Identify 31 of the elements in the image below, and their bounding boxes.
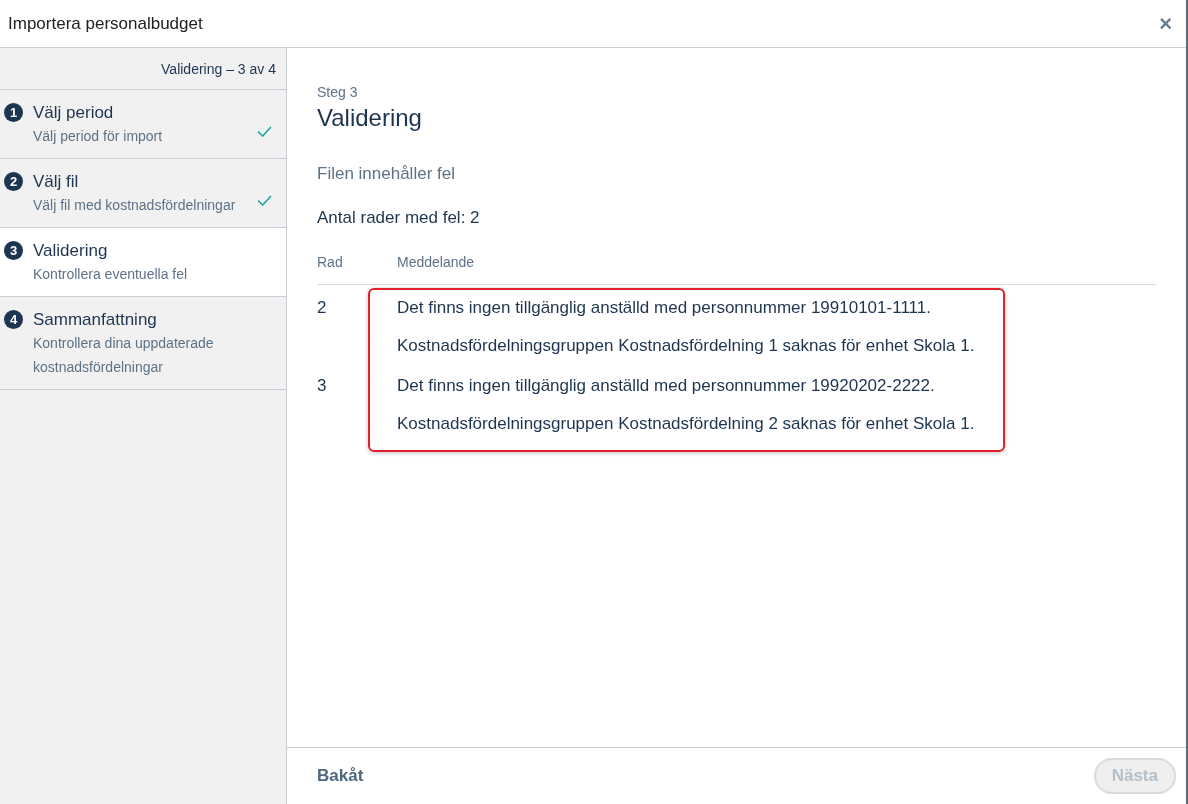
- error-message: Kostnadsfördelningsgruppen Kostnadsfördelning 1 saknas för enhet Skola 1.: [397, 335, 975, 357]
- error-count-text: Antal rader med fel: 2: [317, 208, 481, 228]
- error-message: Kostnadsfördelningsgruppen Kostnadsfördelning 2 saknas för enhet Skola 1.: [397, 413, 975, 435]
- window-title: Importera personalbudget: [8, 13, 203, 34]
- column-header: Rad: [317, 254, 344, 270]
- back-button[interactable]: Bakåt: [317, 766, 364, 786]
- error-message: Det finns ingen tillgänglig anställd med personnummer 19910101-1111.: [397, 297, 932, 319]
- step-title: Sammanfattning: [33, 309, 158, 331]
- step-item[interactable]: 1 Välj period Välj period för import: [0, 90, 286, 159]
- row-number-cell-text: 3: [317, 375, 328, 397]
- status-text: Filen innehåller fel: [317, 164, 456, 184]
- step-item[interactable]: 4 Sammanfattning Kontrollera dina uppdaterade kostnadsfördelningar: [0, 297, 286, 390]
- close-button[interactable]: ×: [1159, 10, 1172, 37]
- progress-label: Validering – 3 av 4: [161, 60, 276, 77]
- step-description: Kontrollera eventuella fel: [33, 265, 189, 284]
- step-description: Välj fil med kostnadsfördelningar: [33, 196, 237, 215]
- step-number-badge: 2: [4, 172, 23, 191]
- column-header: Meddelande: [397, 254, 475, 270]
- step-number-badge: 3: [4, 241, 23, 260]
- error-message: Det finns ingen tillgänglig anställd med personnummer 19920202-2222.: [397, 375, 936, 397]
- step-title: Välj period: [33, 102, 115, 124]
- step-number-badge: 1: [4, 103, 23, 122]
- step-description: Kontrollera dina uppdaterade kostnadsfördelningar: [33, 334, 215, 377]
- step-heading: Validering: [317, 104, 423, 132]
- step-title: Välj fil: [33, 171, 80, 193]
- step-description: Välj period för import: [33, 127, 164, 146]
- step-item[interactable]: 3 Validering Kontrollera eventuella fel: [0, 228, 286, 297]
- row-number-cell-text: 2: [317, 297, 328, 319]
- step-label: Steg 3: [317, 84, 359, 100]
- step-title: Validering: [33, 240, 109, 262]
- step-number-badge: 4: [4, 310, 23, 329]
